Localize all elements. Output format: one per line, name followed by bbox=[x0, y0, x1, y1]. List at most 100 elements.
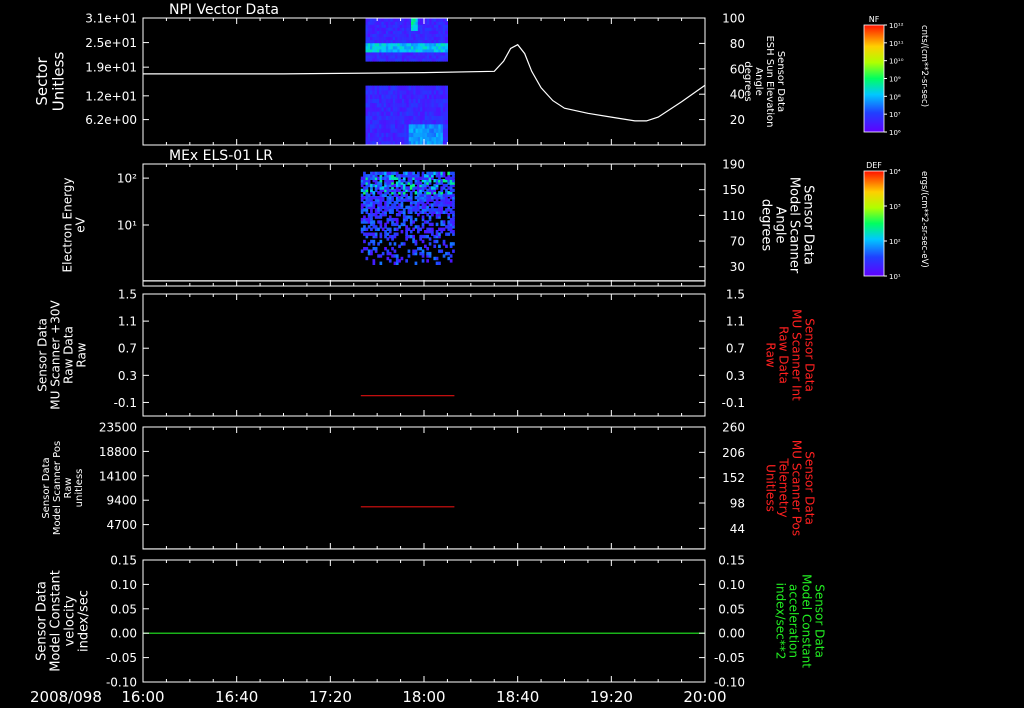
spectrogram-cell bbox=[360, 176, 364, 180]
spectrogram-cell bbox=[407, 196, 411, 200]
colorbar-label: NF bbox=[869, 15, 880, 24]
spectrogram-cell bbox=[363, 215, 366, 219]
els-panel-title: MEx ELS-01 LR bbox=[169, 148, 273, 164]
left-axis-label-line: velocity bbox=[63, 595, 78, 646]
spectrogram-cell bbox=[426, 205, 429, 210]
spectrogram-cell bbox=[440, 179, 444, 183]
spectrogram-cell bbox=[379, 213, 383, 217]
spectrogram-cell bbox=[398, 196, 401, 200]
spectrogram-cell bbox=[374, 232, 378, 236]
time-tick-label: 16:40 bbox=[215, 688, 258, 706]
left-axis-label-line: unitless bbox=[74, 469, 85, 508]
left-axis-label-line: Model Scanner Pos bbox=[52, 441, 63, 535]
spectrogram-cell bbox=[391, 234, 394, 239]
colorbar-tick-label: 10¹⁰ bbox=[889, 58, 904, 66]
spectrogram-cell bbox=[374, 247, 378, 251]
spectrogram-cell bbox=[395, 193, 399, 197]
spectrogram-cell bbox=[445, 89, 448, 95]
spectrogram-cell bbox=[440, 220, 444, 224]
right-axis-label-line: MU Scanner Pos bbox=[789, 440, 803, 536]
spectrogram-cell bbox=[372, 213, 376, 217]
spectrogram-cell bbox=[449, 259, 453, 263]
spectrogram-cell bbox=[445, 111, 448, 116]
right-tick-label: 98 bbox=[730, 497, 745, 511]
spectrogram-cell bbox=[379, 171, 383, 176]
spectrogram-cell bbox=[393, 222, 397, 227]
spectrogram-cell bbox=[414, 174, 418, 178]
spectrogram-cell bbox=[370, 249, 373, 253]
chart-figure: 3.1e+01 2.5e+01 1.9e+01 1.2e+01 6.2e+00 100 80… bbox=[30, 2, 929, 706]
spectrogram-cell bbox=[419, 176, 422, 180]
spectrogram-cell bbox=[426, 259, 429, 263]
spectrogram-cell bbox=[402, 198, 406, 202]
right-axis-label-line: Sensor Data bbox=[802, 451, 816, 525]
spectrogram-cell bbox=[393, 254, 397, 258]
spectrogram-cell bbox=[438, 261, 441, 265]
spectrogram-cell bbox=[377, 220, 380, 224]
left-axis-label-line: Raw Data bbox=[62, 326, 76, 384]
spectrogram-cell bbox=[388, 205, 392, 210]
spectrogram-cell bbox=[393, 249, 397, 253]
spectrogram-cell bbox=[367, 193, 371, 197]
spectrogram-cell bbox=[440, 171, 444, 176]
spectrogram-cell bbox=[400, 179, 404, 183]
spectrogram-cell bbox=[377, 215, 380, 219]
spectrogram-cell bbox=[414, 249, 418, 253]
spectrogram-cell bbox=[405, 259, 408, 263]
colorbar-tick-label: 10¹ bbox=[889, 273, 901, 281]
time-tick-label: 19:20 bbox=[590, 688, 633, 706]
spectrogram-cell bbox=[393, 232, 397, 236]
spectrogram-cell bbox=[412, 200, 415, 205]
right-axis-label-line: Model Constant bbox=[799, 574, 813, 668]
spectrogram-cell bbox=[412, 227, 415, 231]
spectrogram-cell bbox=[414, 225, 418, 229]
spectrogram-cell bbox=[400, 191, 404, 195]
right-tick-label: 260 bbox=[722, 421, 745, 435]
spectrogram-cell bbox=[360, 193, 364, 197]
right-tick-label: 0.7 bbox=[726, 342, 745, 356]
spectrogram-cell bbox=[428, 227, 432, 231]
spectrogram-cell bbox=[424, 220, 427, 224]
spectrogram-cell bbox=[438, 232, 441, 236]
spectrogram-cell bbox=[409, 230, 413, 234]
spectrogram-cell bbox=[435, 193, 439, 197]
spectrogram-cell bbox=[426, 247, 429, 251]
spectrogram-cell bbox=[386, 171, 390, 176]
spectrogram-cell bbox=[442, 227, 446, 231]
spectrogram-cell bbox=[381, 171, 385, 176]
right-tick-label: -0.05 bbox=[714, 651, 745, 665]
spectrogram-cell bbox=[438, 200, 441, 205]
els-right-axis-label: Sensor DataModel ScannerAngledegrees bbox=[758, 177, 815, 274]
right-tick-label: 80 bbox=[730, 37, 745, 51]
spectrogram-cell bbox=[365, 174, 369, 178]
spectrogram-cell bbox=[412, 234, 415, 239]
right-tick-label: 206 bbox=[722, 446, 745, 460]
spectrogram-cell bbox=[445, 188, 448, 193]
right-tick-label: -0.1 bbox=[722, 396, 745, 410]
right-tick-label: 1.5 bbox=[726, 288, 745, 302]
colorbar-tick-label: 10² bbox=[889, 238, 901, 246]
spectrogram-cell bbox=[377, 191, 380, 195]
model_const-left-axis-label: Sensor DataModel Constant velocity index/s… bbox=[35, 570, 92, 672]
right-axis-label-line: ESH Sun Elevation bbox=[764, 35, 775, 127]
spectrogram-cell bbox=[435, 261, 439, 265]
spectrogram-cell bbox=[398, 244, 401, 248]
spectrogram-cell bbox=[374, 171, 378, 176]
spectrogram-cell bbox=[438, 249, 441, 253]
right-tick-label: 70 bbox=[730, 235, 745, 249]
spectrogram-cell bbox=[367, 249, 371, 253]
spectrogram-cell bbox=[445, 132, 448, 138]
left-tick-label: 1.1 bbox=[118, 315, 137, 329]
spectrogram-cell bbox=[426, 234, 429, 239]
spectrogram-cell bbox=[391, 171, 394, 176]
spectrogram-cell bbox=[381, 193, 385, 197]
spectrogram-cell bbox=[370, 232, 373, 236]
colorbar-label: DEF bbox=[866, 161, 882, 170]
time-tick-label: 16:00 bbox=[121, 688, 164, 706]
npi-left-axis-label: SectorUnitless bbox=[33, 52, 67, 112]
spectrogram-cell bbox=[365, 256, 369, 261]
spectrogram-cell bbox=[442, 171, 446, 176]
spectrogram-cell bbox=[400, 242, 404, 246]
spectrogram-cell bbox=[391, 254, 394, 258]
spectrogram-cell bbox=[398, 225, 401, 229]
